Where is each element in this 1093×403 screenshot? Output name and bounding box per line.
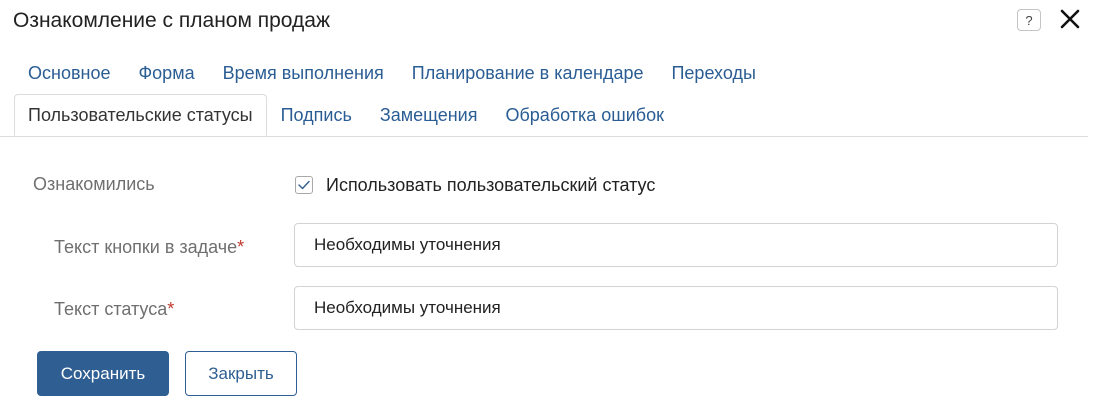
required-mark: * <box>237 237 245 257</box>
custom-status-checkbox-label: Использовать пользовательский статус <box>326 175 656 195</box>
tab-signature[interactable]: Подпись <box>267 94 366 137</box>
button-text-label: Текст кнопки в задаче* <box>54 235 244 259</box>
tab-form[interactable]: Форма <box>124 56 208 90</box>
tabs-row-1: Основное Форма Время выполнения Планиров… <box>14 56 770 90</box>
dialog-title: Ознакомление с планом продаж <box>13 9 330 32</box>
help-icon[interactable]: ? <box>1017 9 1041 31</box>
status-text-input[interactable] <box>294 286 1058 330</box>
tab-error-handling[interactable]: Обработка ошибок <box>491 94 677 137</box>
close-icon-svg <box>1060 9 1080 29</box>
close-icon[interactable] <box>1058 7 1082 31</box>
help-glyph: ? <box>1025 12 1033 28</box>
tab-calendar-planning[interactable]: Планирование в календаре <box>398 56 658 90</box>
save-button[interactable]: Сохранить <box>37 351 169 396</box>
tab-substitutions[interactable]: Замещения <box>366 94 492 137</box>
tab-transitions[interactable]: Переходы <box>657 56 769 90</box>
dialog: Ознакомление с планом продаж ? Основное … <box>0 0 1093 403</box>
status-text-label-text: Текст статуса <box>54 299 168 319</box>
tab-custom-statuses[interactable]: Пользовательские статусы <box>14 94 267 136</box>
close-button[interactable]: Закрыть <box>185 351 297 396</box>
section-label: Ознакомились <box>33 174 155 194</box>
required-mark: * <box>167 299 175 319</box>
status-text-label: Текст статуса* <box>54 297 174 321</box>
custom-status-checkbox-row: Использовать пользовательский статус <box>295 173 655 197</box>
custom-status-checkbox[interactable] <box>295 176 313 194</box>
tab-execution-time[interactable]: Время выполнения <box>209 56 398 90</box>
tabs-row-2: Пользовательские статусы Подпись Замещен… <box>14 94 678 137</box>
button-text-input[interactable] <box>294 223 1058 267</box>
check-icon <box>298 180 310 190</box>
tab-main[interactable]: Основное <box>14 56 124 90</box>
button-text-label-text: Текст кнопки в задаче <box>54 237 238 257</box>
